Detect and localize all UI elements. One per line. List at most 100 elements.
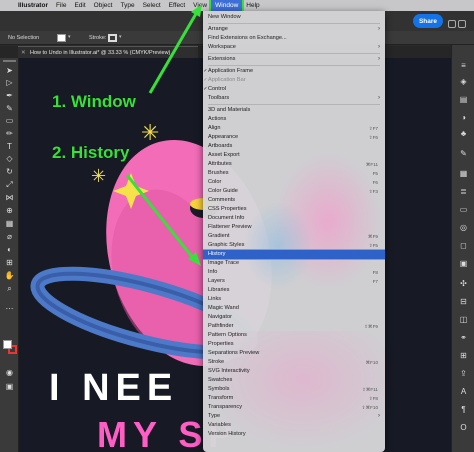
menu-item-image-trace[interactable]: Image Trace	[203, 259, 385, 268]
menu-item-appearance[interactable]: Appearance ⇧F6	[203, 133, 385, 142]
menu-item-magic-wand[interactable]: Magic Wand	[203, 304, 385, 313]
menu-effect[interactable]: Effect	[165, 0, 190, 11]
menu-item-align[interactable]: Align ⇧F7	[203, 124, 385, 133]
scale-tool-icon[interactable]: ⤢	[4, 180, 15, 190]
menu-item-flattener-preview[interactable]: Flattener Preview	[203, 223, 385, 232]
color-icon[interactable]: ◑	[458, 113, 469, 123]
menu-item-actions[interactable]: Actions	[203, 115, 385, 124]
share-button[interactable]: Share	[413, 14, 443, 28]
asset-export-icon[interactable]: ⇪	[458, 369, 469, 379]
transparency-icon[interactable]: ◎	[458, 223, 469, 233]
menu-item-application-frame[interactable]: ✓ Application Frame	[203, 67, 385, 76]
menu-item-artboards[interactable]: Artboards	[203, 142, 385, 151]
menu-item-color[interactable]: Color F6	[203, 178, 385, 187]
menu-item-separations-preview[interactable]: Separations Preview	[203, 349, 385, 358]
type-tool-icon[interactable]: T	[4, 142, 15, 152]
gradient-icon[interactable]: ▭	[458, 205, 469, 215]
menu-item-attributes[interactable]: Attributes ⌘F11	[203, 160, 385, 169]
menu-edit[interactable]: Edit	[70, 0, 89, 11]
more-tools-icon[interactable]: ⋯	[4, 304, 15, 314]
menu-item-transform[interactable]: Transform ⇧F8	[203, 394, 385, 403]
shape-builder-tool-icon[interactable]: ⊕	[4, 206, 15, 216]
eraser-tool-icon[interactable]: ◇	[4, 154, 15, 164]
menu-help[interactable]: Help	[242, 0, 263, 11]
menu-item-brushes[interactable]: Brushes F5	[203, 169, 385, 178]
menu-item-gradient[interactable]: Gradient ⌘F9	[203, 232, 385, 241]
rotate-tool-icon[interactable]: ↻	[4, 167, 15, 177]
character-icon[interactable]: A	[458, 387, 469, 397]
gradient-tool-icon[interactable]: ▦	[4, 219, 15, 229]
pen-tool-icon[interactable]: ✒	[4, 91, 15, 101]
transform-icon[interactable]: ✣	[458, 279, 469, 289]
menu-item-control[interactable]: ✓ Control	[203, 85, 385, 94]
menu-item-color-guide[interactable]: Color Guide ⇧F3	[203, 187, 385, 196]
opentype-icon[interactable]: O	[458, 423, 469, 433]
selection-tool-icon[interactable]: ➤	[4, 66, 15, 76]
pathfinder-icon[interactable]: ◫	[458, 315, 469, 325]
chevron-down-icon[interactable]: ▾	[68, 34, 71, 40]
menu-item-workspace[interactable]: Workspace ›	[203, 43, 385, 52]
menu-item-navigator[interactable]: Navigator	[203, 313, 385, 322]
artboard-tool-icon[interactable]: ⊞	[4, 258, 15, 268]
menu-item-css-properties[interactable]: CSS Properties	[203, 205, 385, 214]
menu-item-svg-interactivity[interactable]: SVG Interactivity	[203, 367, 385, 376]
stroke-icon[interactable]: ≣	[458, 187, 469, 197]
menu-item-swatches[interactable]: Swatches	[203, 376, 385, 385]
draw-mode-icon[interactable]: ◉	[4, 368, 15, 378]
menu-item-links[interactable]: Links	[203, 295, 385, 304]
menu-item-pathfinder[interactable]: Pathfinder ⇧⌘F9	[203, 322, 385, 331]
stroke-swatch[interactable]	[108, 34, 117, 42]
libraries-icon[interactable]: ▤	[458, 95, 469, 105]
chevron-down-icon[interactable]: ▾	[119, 34, 122, 40]
fill-color-swatch[interactable]	[3, 340, 12, 349]
links-icon[interactable]: ⚭	[458, 333, 469, 343]
pencil-tool-icon[interactable]: ✏	[4, 129, 15, 139]
menu-item-variables[interactable]: Variables	[203, 421, 385, 430]
properties-icon[interactable]: ≡	[458, 61, 469, 71]
menu-item-transparency[interactable]: Transparency ⇧⌘F10	[203, 403, 385, 412]
brush-tool-icon[interactable]: ✎	[4, 104, 15, 114]
layers-icon[interactable]: ◈	[458, 77, 469, 87]
menu-item-history[interactable]: History	[203, 249, 385, 260]
document-tab[interactable]: ✕ How to Undo in Illustrator.ai* @ 33.33…	[18, 46, 198, 58]
menu-illustrator[interactable]: Illustrator	[14, 0, 52, 11]
brushes-icon[interactable]: ✎	[458, 149, 469, 159]
menu-file[interactable]: File	[52, 0, 70, 11]
menu-item-stroke[interactable]: Stroke ⌘F10	[203, 358, 385, 367]
menu-item-toolbars[interactable]: Toolbars ›	[203, 94, 385, 103]
width-tool-icon[interactable]: ⋈	[4, 193, 15, 203]
symbols-icon[interactable]: ♣	[458, 129, 469, 139]
direct-selection-tool-icon[interactable]: ▷	[4, 78, 15, 88]
blend-tool-icon[interactable]: ◐	[4, 245, 15, 255]
hand-tool-icon[interactable]: ✋	[4, 271, 15, 281]
menu-item-info[interactable]: Info F8	[203, 268, 385, 277]
menu-type[interactable]: Type	[116, 0, 138, 11]
panel-grip[interactable]	[3, 60, 16, 62]
menu-item-find-extensions-on-exchange[interactable]: Find Extensions on Exchange...	[203, 34, 385, 43]
align-icon[interactable]: ⊟	[458, 297, 469, 307]
menu-item-libraries[interactable]: Libraries	[203, 286, 385, 295]
search-icon[interactable]	[458, 20, 466, 28]
graphic-styles-icon[interactable]: ▣	[458, 259, 469, 269]
appearance-icon[interactable]: ◻	[458, 241, 469, 251]
menu-item-version-history[interactable]: Version History	[203, 430, 385, 439]
zoom-tool-icon[interactable]: ⌕	[4, 284, 15, 294]
artboards-icon[interactable]: ⊞	[458, 351, 469, 361]
menu-item-properties[interactable]: Properties	[203, 340, 385, 349]
menu-item-type[interactable]: Type ›	[203, 412, 385, 421]
menu-window[interactable]: Window	[209, 0, 245, 13]
menu-item-graphic-styles[interactable]: Graphic Styles ⇧F5	[203, 241, 385, 250]
menu-item-document-info[interactable]: Document Info	[203, 214, 385, 223]
close-icon[interactable]: ✕	[21, 47, 26, 58]
menu-item-arrange[interactable]: Arrange ›	[203, 25, 385, 34]
menu-item-symbols[interactable]: Symbols ⇧⌘F11	[203, 385, 385, 394]
fill-swatch[interactable]	[57, 34, 66, 42]
menu-view[interactable]: View	[189, 0, 211, 11]
eyedropper-tool-icon[interactable]: ⌀	[4, 232, 15, 242]
menu-item-new-window[interactable]: New Window	[203, 13, 385, 22]
menu-item-layers[interactable]: Layers F7	[203, 277, 385, 286]
screen-mode-icon[interactable]: ▣	[4, 382, 15, 392]
menu-item-asset-export[interactable]: Asset Export	[203, 151, 385, 160]
menu-select[interactable]: Select	[139, 0, 165, 11]
menu-item-3d-and-materials[interactable]: 3D and Materials	[203, 106, 385, 115]
